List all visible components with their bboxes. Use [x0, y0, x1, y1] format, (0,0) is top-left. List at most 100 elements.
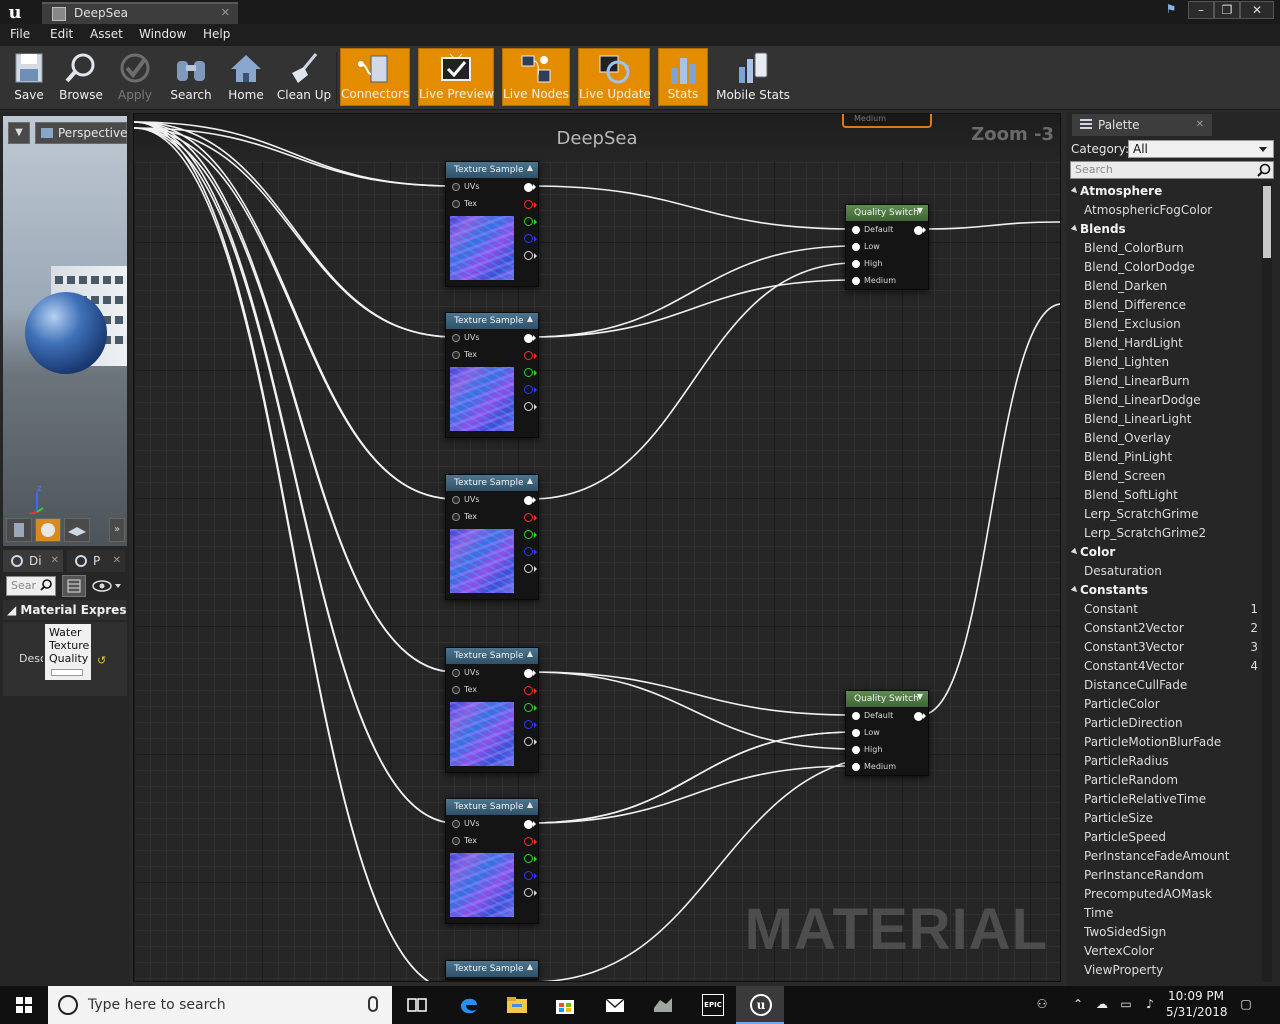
input-pin-dot[interactable] — [852, 746, 860, 754]
taskbar-search-input[interactable]: Type here to search — [48, 986, 392, 1024]
chevron-up-icon[interactable]: ⌃ — [1070, 997, 1086, 1013]
output-pin[interactable] — [524, 888, 537, 897]
notifications-icon[interactable]: ▢ — [1238, 997, 1254, 1013]
palette-item[interactable]: Blend_Darken — [1070, 277, 1260, 296]
save-button[interactable]: Save — [6, 48, 52, 106]
collapse-node-icon[interactable]: ▼ — [917, 206, 923, 215]
restore-button[interactable]: ❐ — [1214, 1, 1240, 19]
palette-item[interactable]: PrecomputedAOMask — [1070, 885, 1260, 904]
output-pin[interactable] — [524, 368, 537, 377]
apply-button[interactable]: Apply — [112, 48, 158, 106]
palette-item[interactable]: Blend_Exclusion — [1070, 315, 1260, 334]
menu-asset[interactable]: Asset — [90, 27, 123, 41]
tab-details[interactable]: Di ✕ — [3, 550, 63, 572]
onedrive-icon[interactable]: ☁ — [1094, 997, 1110, 1013]
palette-item[interactable]: ParticleRadius — [1070, 752, 1260, 771]
collapse-node-icon[interactable]: ▲ — [527, 314, 533, 323]
close-tab-icon[interactable]: ✕ — [221, 6, 230, 19]
palette-item[interactable]: PerInstanceFadeAmount — [1070, 847, 1260, 866]
live-update-button[interactable]: Live Update — [578, 48, 651, 106]
browse-button[interactable]: Browse — [56, 48, 106, 106]
palette-item[interactable]: Blend_Overlay — [1070, 429, 1260, 448]
palette-item[interactable]: Constant4Vector 4 — [1070, 657, 1260, 676]
palette-item[interactable]: Lerp_ScratchGrime — [1070, 505, 1260, 524]
palette-category-blends[interactable]: Blends — [1070, 220, 1260, 239]
input-pin-dot[interactable] — [452, 496, 460, 504]
collapse-node-icon[interactable]: ▲ — [527, 962, 533, 971]
stats-button[interactable]: Stats — [658, 48, 708, 106]
mail-button[interactable] — [590, 986, 638, 1024]
texture-sample-node[interactable]: Texture Sample ▲ — [445, 960, 539, 980]
sphere-preview-button[interactable] — [35, 518, 61, 542]
palette-item[interactable]: Blend_LinearBurn — [1070, 372, 1260, 391]
palette-tab[interactable]: Palette ✕ — [1072, 114, 1212, 136]
texture-sample-node[interactable]: Texture Sample ▲ UVs Tex — [445, 474, 539, 600]
palette-item[interactable]: Lerp_ScratchGrime2 — [1070, 524, 1260, 543]
input-pin-dot[interactable] — [852, 260, 860, 268]
palette-category-atmosphere[interactable]: Atmosphere — [1070, 182, 1260, 201]
palette-item[interactable]: Blend_LinearDodge — [1070, 391, 1260, 410]
output-pin[interactable] — [524, 183, 536, 192]
output-pin[interactable] — [524, 720, 537, 729]
output-pin[interactable] — [524, 351, 537, 360]
texture-sample-node[interactable]: Texture Sample ▲ UVs Tex — [445, 798, 539, 924]
palette-item[interactable]: Blend_Screen — [1070, 467, 1260, 486]
unreal-engine-button[interactable]: u — [736, 986, 784, 1024]
output-pin[interactable] — [524, 854, 537, 863]
menu-file[interactable]: File — [10, 27, 30, 41]
output-pin[interactable] — [524, 402, 537, 411]
input-pin-dot[interactable] — [452, 820, 460, 828]
output-pin[interactable] — [524, 737, 537, 746]
close-parameters-tab-icon[interactable]: ✕ — [113, 550, 121, 572]
palette-item[interactable]: AtmosphericFogColor — [1070, 201, 1260, 220]
input-pin-medium[interactable]: Medium — [846, 273, 928, 289]
output-pin[interactable] — [524, 217, 537, 226]
input-pin-dot[interactable] — [452, 200, 460, 208]
output-pin[interactable] — [524, 669, 536, 678]
input-pin-dot[interactable] — [452, 513, 460, 521]
input-pin-high[interactable]: High — [846, 256, 928, 272]
quality-switch-node[interactable]: Quality Switch ▼ Default Low High Medium — [845, 690, 929, 776]
view-options-button[interactable] — [90, 576, 124, 596]
viewport-options-dropdown[interactable]: ▼ — [8, 122, 30, 144]
output-pin[interactable] — [524, 496, 536, 505]
input-pin-medium[interactable]: Medium — [846, 759, 928, 775]
palette-item[interactable]: Desaturation — [1070, 562, 1260, 581]
palette-item[interactable]: ParticleRandom — [1070, 771, 1260, 790]
quality-switch-node[interactable]: Quality Switch ▼ Default Low High Medium — [845, 204, 929, 290]
live-nodes-button[interactable]: Live Nodes — [502, 48, 570, 106]
store-button[interactable] — [540, 986, 588, 1024]
palette-item[interactable]: ParticleMotionBlurFade — [1070, 733, 1260, 752]
output-pin[interactable] — [524, 564, 537, 573]
viewport-more-button[interactable]: » — [109, 518, 125, 542]
palette-item[interactable]: Constant 1 — [1070, 600, 1260, 619]
close-palette-tab-icon[interactable]: ✕ — [1196, 114, 1204, 136]
collapse-node-icon[interactable]: ▲ — [527, 476, 533, 485]
start-button[interactable] — [0, 986, 48, 1024]
palette-item[interactable]: Blend_ColorDodge — [1070, 258, 1260, 277]
input-pin-dot[interactable] — [852, 277, 860, 285]
palette-item[interactable]: Blend_Lighten — [1070, 353, 1260, 372]
palette-item[interactable]: Blend_PinLight — [1070, 448, 1260, 467]
expand-triangle-icon[interactable] — [1070, 585, 1080, 595]
output-pin[interactable] — [524, 686, 537, 695]
volume-icon[interactable]: ♪ — [1142, 997, 1158, 1013]
collapse-node-icon[interactable]: ▲ — [527, 800, 533, 809]
expand-triangle-icon[interactable] — [1070, 547, 1080, 557]
palette-item[interactable]: ViewProperty — [1070, 961, 1260, 980]
search-button[interactable]: Search — [166, 48, 216, 106]
clean-up-button[interactable]: Clean Up — [276, 48, 332, 106]
palette-item[interactable]: Blend_ColorBurn — [1070, 239, 1260, 258]
palette-item[interactable]: Blend_LinearLight — [1070, 410, 1260, 429]
input-pin-dot[interactable] — [452, 351, 460, 359]
output-pin[interactable] — [524, 820, 536, 829]
task-view-button[interactable] — [392, 986, 440, 1024]
people-icon[interactable]: ⚇ — [1034, 997, 1050, 1013]
input-pin-dot[interactable] — [452, 669, 460, 677]
input-pin-low[interactable]: Low — [846, 725, 928, 741]
reset-to-default-icon[interactable]: ↺ — [97, 654, 106, 667]
output-pin[interactable] — [524, 547, 537, 556]
material-expression-category[interactable]: ◢ Material Expressio — [3, 600, 127, 620]
palette-item[interactable]: ParticleRelativeTime — [1070, 790, 1260, 809]
palette-item[interactable]: Constant3Vector 3 — [1070, 638, 1260, 657]
